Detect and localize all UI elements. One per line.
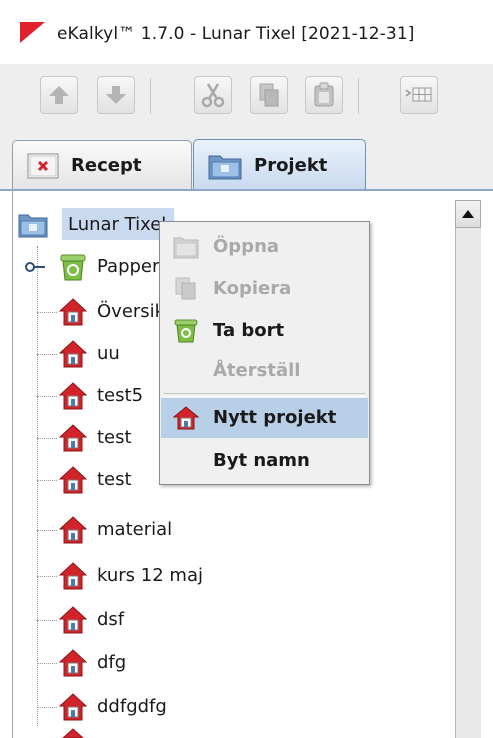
house-icon xyxy=(59,562,87,590)
scroll-up-button[interactable] xyxy=(455,200,481,228)
copy-icon xyxy=(259,83,279,107)
tree-connector xyxy=(37,480,57,481)
house-icon xyxy=(173,406,199,430)
insert-row-icon xyxy=(405,87,432,102)
window-title: eKalkyl™ 1.7.0 - Lunar Tixel [2021-12-31… xyxy=(57,24,415,44)
tree-connector xyxy=(37,312,57,313)
copy-icon xyxy=(175,277,196,300)
tree-item-label: test xyxy=(97,469,132,490)
tree-connector xyxy=(37,438,57,439)
tab-recept[interactable]: Recept xyxy=(12,140,192,190)
triangle-up-icon xyxy=(462,210,474,218)
app-logo-icon xyxy=(20,22,45,43)
tree-connector xyxy=(37,663,57,664)
tree-item[interactable]: material xyxy=(37,513,237,549)
copy-button[interactable] xyxy=(250,76,288,114)
tree-item[interactable]: test5 xyxy=(37,379,167,415)
move-up-button[interactable] xyxy=(40,76,78,114)
paste-button[interactable] xyxy=(305,76,343,114)
arrow-up-icon xyxy=(49,86,69,104)
tree-item-papperskorg[interactable]: Papperskorg xyxy=(25,250,208,286)
tree-item[interactable]: test xyxy=(37,421,167,457)
house-icon xyxy=(59,649,87,677)
tab-projekt-label: Projekt xyxy=(254,155,328,176)
tree-connector xyxy=(37,354,57,355)
cut-icon xyxy=(201,83,225,108)
tree-item-label: dsf xyxy=(97,609,125,630)
trash-icon xyxy=(60,254,86,281)
title-bar: eKalkyl™ 1.7.0 - Lunar Tixel [2021-12-31… xyxy=(0,0,493,64)
insert-row-button[interactable] xyxy=(400,76,438,114)
menu-item-label: Ta bort xyxy=(213,320,285,341)
paste-icon xyxy=(314,82,334,107)
tree-connector xyxy=(37,620,57,621)
tree-item[interactable]: dsf xyxy=(37,603,167,639)
toolbar-separator xyxy=(150,78,151,114)
tree-connector xyxy=(37,530,57,531)
tree-item-label: test xyxy=(97,427,132,448)
toolbar-separator xyxy=(358,78,359,114)
tree-item[interactable]: kurs 12 maj xyxy=(37,559,237,595)
tree-root-label: Lunar Tixel xyxy=(68,214,167,235)
tree-item[interactable]: Översikt xyxy=(37,295,172,331)
cut-button[interactable] xyxy=(194,76,232,114)
tree-item[interactable]: test xyxy=(37,463,167,499)
arrow-down-icon xyxy=(106,86,126,104)
house-icon xyxy=(59,382,87,410)
tab-recept-label: Recept xyxy=(71,155,142,176)
menu-item-label: Kopiera xyxy=(213,278,292,299)
menu-item-label: Byt namn xyxy=(213,450,310,471)
house-icon xyxy=(59,466,87,494)
menu-item-label: Återställ xyxy=(213,360,301,381)
house-icon xyxy=(59,606,87,634)
folder-icon xyxy=(208,155,242,179)
house-icon xyxy=(59,693,87,721)
tree-connector xyxy=(37,576,57,577)
house-icon xyxy=(59,340,87,368)
vertical-scrollbar[interactable] xyxy=(455,200,481,738)
tree-connector xyxy=(37,396,57,397)
trash-icon xyxy=(174,319,198,343)
house-icon xyxy=(59,516,87,544)
menu-item-oppna[interactable]: Öppna xyxy=(161,227,368,267)
tree-item-label: dfg xyxy=(97,652,127,673)
tree-item-label: test5 xyxy=(97,385,144,406)
recept-x-icon xyxy=(27,153,59,178)
menu-item-label: Öppna xyxy=(213,236,280,257)
tree-item-label: material xyxy=(97,519,173,540)
expand-handle-icon[interactable] xyxy=(25,260,47,274)
tree-item[interactable]: dfg xyxy=(37,646,167,682)
menu-separator xyxy=(164,393,365,397)
menu-item-kopiera[interactable]: Kopiera xyxy=(161,269,368,309)
house-icon xyxy=(59,424,87,452)
tree-item[interactable]: ddfgdfg xyxy=(37,690,167,726)
open-icon xyxy=(173,237,199,259)
folder-icon xyxy=(18,214,48,238)
tree-item[interactable]: uu xyxy=(37,337,167,373)
menu-item-nytt-projekt[interactable]: Nytt projekt xyxy=(161,398,368,438)
tree-item-label: uu xyxy=(97,343,120,364)
context-menu: Öppna Kopiera Ta bort Återställ Nytt pro… xyxy=(159,221,370,485)
tree-item-label: kurs 12 maj xyxy=(97,565,203,586)
menu-item-aterstall[interactable]: Återställ xyxy=(161,351,368,391)
tree-connector xyxy=(37,707,57,708)
house-icon xyxy=(62,728,84,738)
menu-item-ta-bort[interactable]: Ta bort xyxy=(161,311,368,351)
menu-item-byt-namn[interactable]: Byt namn xyxy=(161,441,368,481)
house-icon xyxy=(59,298,87,326)
tab-projekt[interactable]: Projekt xyxy=(193,139,366,191)
move-down-button[interactable] xyxy=(97,76,135,114)
tree-item-label: ddfgdfg xyxy=(97,696,167,717)
menu-item-label: Nytt projekt xyxy=(213,407,337,428)
